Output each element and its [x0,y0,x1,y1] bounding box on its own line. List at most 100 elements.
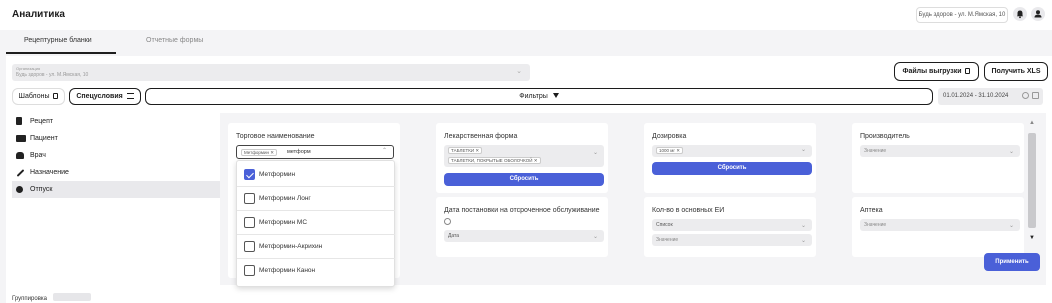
organization-value: Будь здоров - ул. М.Ямская, 10 [16,72,89,78]
dosage-title: Дозировка [652,133,687,140]
base-units-mode: Список [656,222,673,228]
deferred-date-card: Дата постановки на отсроченное обслужива… [436,197,608,257]
dropdown-option[interactable]: Метформин МС [237,211,395,235]
selected-chip: 1000 мг ✕ [656,147,684,154]
chip-label: 1000 мг [659,148,675,153]
sidebar-item-dispense[interactable]: Отпуск [12,181,220,198]
get-xls-button[interactable]: Получить XLS [984,62,1048,81]
export-files-label: Файлы выгрузки [902,68,962,75]
document-icon [53,93,59,99]
date-range-field[interactable]: 01.01.2024 - 31.10.2024 [938,88,1043,105]
pharmacy-card: Аптека Значение ⌄ [852,197,1024,257]
selected-chip: Метформин ✕ [241,149,278,156]
sidebar-item-prescription[interactable]: Рецепт [12,113,220,130]
dropdown-option[interactable]: Метформин-Акрихин [237,235,395,259]
organization-chip[interactable]: Будь здоров - ул. М.Ямская, 10 [916,7,1008,23]
option-label: Метформин-Акрихин [259,243,323,250]
scroll-thumb[interactable] [1028,133,1036,228]
sidebar-item-patient[interactable]: Пациент [12,130,220,147]
trade-name-input[interactable]: Метформин ✕ метформ ⌃ [236,145,394,159]
sidebar-item-label: Врач [30,152,46,159]
base-units-title: Кол-во в основных ЕИ [652,207,725,214]
pen-icon [16,169,25,177]
chip-label: ТАБЛЕТКИ, ПОКРЫТЫЕ ОБОЛОЧКОЙ [451,158,533,163]
info-icon[interactable] [444,218,451,225]
sidebar-item-label: Отпуск [30,186,53,193]
scrollbar[interactable]: ▲ ▼ [1026,120,1038,250]
dropdown-option[interactable]: Метформин Канон [237,259,395,283]
doctor-icon [16,152,24,159]
pharmacy-select[interactable]: Значение ⌄ [860,219,1020,231]
date-range-value: 01.01.2024 - 31.10.2024 [943,93,1009,99]
clock-icon[interactable] [1022,92,1029,99]
close-icon[interactable]: ✕ [475,148,479,153]
checkbox[interactable] [244,217,255,228]
dosage-select[interactable]: 1000 мг ✕ ⌄ [652,145,812,157]
export-files-button[interactable]: Файлы выгрузки [894,62,979,81]
top-bar: Аналитика Будь здоров - ул. М.Ямская, 10 [0,0,1052,30]
chevron-down-icon: ⌄ [592,234,598,240]
organization-label: Организация [16,66,41,71]
dosage-reset-button[interactable]: Сбросить [652,162,812,175]
chevron-down-icon: ⌄ [1008,149,1014,155]
apply-button[interactable]: Применить [984,253,1040,271]
deferred-date-title: Дата постановки на отсроченное обслужива… [444,207,600,214]
deferred-date-select[interactable]: Дата ⌄ [444,230,604,242]
file-icon [965,68,971,74]
close-icon[interactable]: ✕ [534,158,538,163]
base-units-card: Кол-во в основных ЕИ Список ⌄ Значение ⌄ [644,197,816,257]
scroll-down-icon[interactable]: ▼ [1029,235,1035,241]
dosage-card: Дозировка 1000 мг ✕ ⌄ Сбросить [644,123,816,193]
chevron-up-icon[interactable]: ⌃ [382,147,387,154]
scroll-up-icon[interactable]: ▲ [1029,120,1035,126]
id-card-icon [16,135,26,142]
filter-icon [552,93,559,98]
search-query: метформ [287,149,311,155]
trade-name-title: Торговое наименование [236,133,315,140]
list-icon [126,93,134,99]
tab-report-forms[interactable]: Отчетные формы [146,37,203,44]
checkbox[interactable] [244,169,255,180]
templates-label: Шаблоны [18,93,50,100]
manufacturer-title: Производитель [860,133,910,140]
grouping-select[interactable] [52,293,91,301]
dosage-form-select[interactable]: ТАБЛЕТКИ ✕ ТАБЛЕТКИ, ПОКРЫТЫЕ ОБОЛОЧКОЙ … [444,145,604,167]
base-units-placeholder: Значение [656,237,679,243]
special-conditions-button[interactable]: Спецусловия [69,88,141,105]
sidebar-item-label: Пациент [30,135,58,142]
base-units-mode-select[interactable]: Список ⌄ [652,219,812,231]
pharmacy-placeholder: Значение [864,222,887,228]
close-icon[interactable]: ✕ [270,150,274,155]
dropdown-option[interactable]: Метформин [237,163,395,187]
calendar-icon[interactable] [1032,92,1039,99]
bell-icon[interactable] [1013,7,1027,21]
organization-select[interactable]: Организация Будь здоров - ул. М.Ямская, … [12,64,530,81]
chevron-down-icon: ⌄ [592,150,598,156]
deferred-date-value: Дата [448,233,460,239]
grouping-label: Группировка [12,296,47,302]
manufacturer-select[interactable]: Значение ⌄ [860,145,1020,157]
sidebar-item-label: Назначение [30,169,69,176]
tab-prescription-forms[interactable]: Рецептурные бланки [24,37,92,44]
category-sidebar: Рецепт Пациент Врач Назначение Отпуск [12,113,220,285]
active-tab-indicator [6,52,116,54]
dropdown-option[interactable]: Метформин Лонг [237,187,395,211]
filters-toggle[interactable]: Фильтры [145,88,933,105]
close-icon[interactable]: ✕ [676,148,680,153]
dosage-form-reset-button[interactable]: Сбросить [444,173,604,186]
checkbox[interactable] [244,193,255,204]
manufacturer-placeholder: Значение [864,148,887,154]
checkbox[interactable] [244,241,255,252]
app-title: Аналитика [12,9,65,20]
option-label: Метформин МС [259,219,308,226]
dosage-form-title: Лекарственная форма [444,133,518,140]
special-conditions-label: Спецусловия [76,93,123,100]
checkbox[interactable] [244,265,255,276]
document-icon [16,117,22,125]
user-icon[interactable] [1031,7,1045,21]
sidebar-item-assignment[interactable]: Назначение [12,164,220,181]
sidebar-item-doctor[interactable]: Врач [12,147,220,164]
base-units-value-select[interactable]: Значение ⌄ [652,234,812,246]
tab-bar: Рецептурные бланки Отчетные формы [0,30,1052,54]
templates-button[interactable]: Шаблоны [12,88,65,105]
